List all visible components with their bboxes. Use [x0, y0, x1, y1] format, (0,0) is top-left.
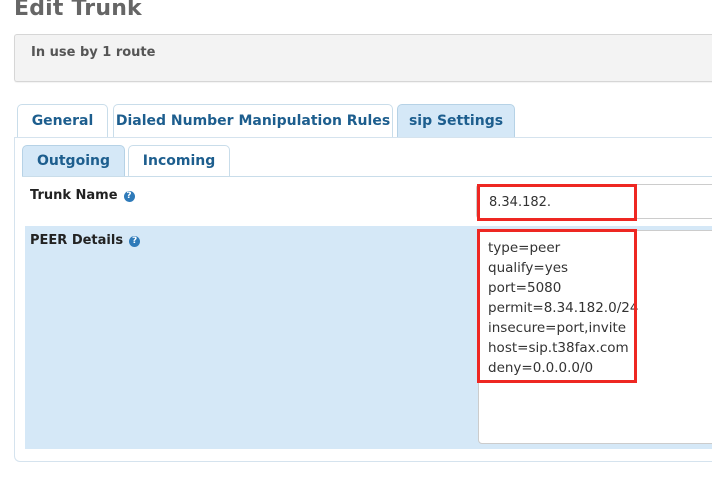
- tab-dialed-number-manipulation-rules[interactable]: Dialed Number Manipulation Rules: [113, 104, 393, 138]
- trunk-name-label: Trunk Name: [30, 188, 118, 203]
- tab-incoming-label: Incoming: [142, 153, 216, 169]
- peer-details-label: PEER Details: [30, 233, 124, 248]
- trunk-name-label-wrap: Trunk Name?: [30, 188, 135, 203]
- tab-sip-settings-label: sip Settings: [408, 113, 504, 129]
- help-icon[interactable]: ?: [123, 191, 135, 202]
- page-title: Edit Trunk: [14, 0, 142, 21]
- help-icon[interactable]: ?: [129, 236, 141, 247]
- tab-dialed-number-manipulation-rules-label: Dialed Number Manipulation Rules: [115, 113, 391, 129]
- trunk-name-input[interactable]: [476, 184, 712, 219]
- edit-trunk-page: Edit Trunk In use by 1 route General Dia…: [0, 0, 712, 480]
- tab-general[interactable]: General: [17, 104, 108, 138]
- peer-details-label-wrap: PEER Details?: [30, 233, 141, 248]
- tab-outgoing[interactable]: Outgoing: [22, 145, 125, 177]
- peer-details-textarea[interactable]: type=peer qualify=yes port=5080 permit=8…: [478, 230, 712, 444]
- tab-outgoing-label: Outgoing: [37, 153, 110, 169]
- usage-info-box: In use by 1 route: [14, 34, 712, 82]
- tab-incoming[interactable]: Incoming: [128, 145, 230, 177]
- tab-general-label: General: [31, 113, 94, 129]
- usage-info-text: In use by 1 route: [31, 45, 156, 60]
- tab-sip-settings[interactable]: sip Settings: [397, 104, 515, 138]
